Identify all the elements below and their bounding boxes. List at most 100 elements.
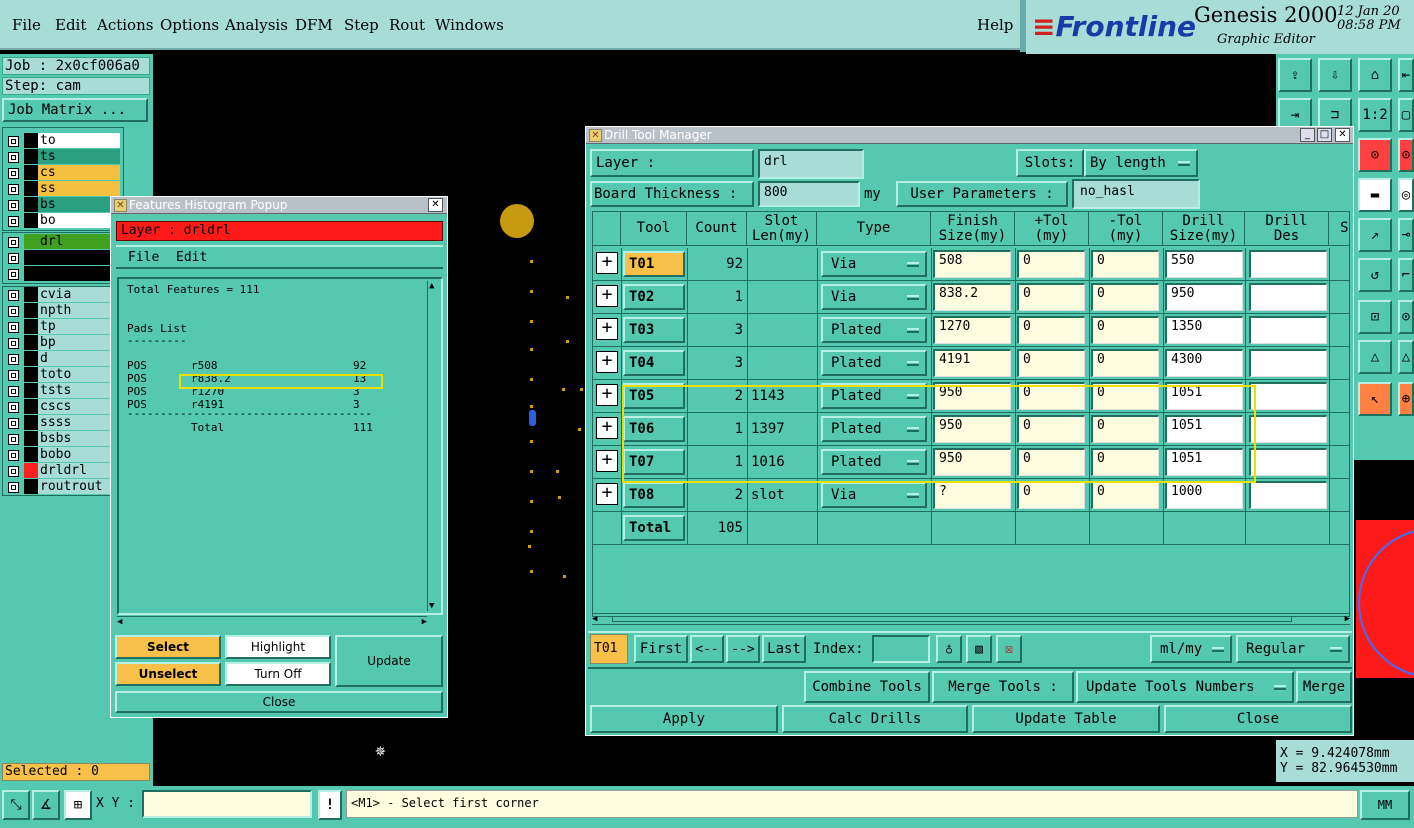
scroll-down-icon[interactable]: ▼ [429, 601, 434, 611]
tool-button[interactable]: T02 [623, 284, 685, 310]
snap-icon[interactable]: ⊡ [1358, 300, 1392, 334]
tool-button[interactable]: T03 [623, 317, 685, 343]
delete-icon[interactable]: ☒ [996, 635, 1022, 663]
slots-select[interactable]: By length [1084, 149, 1198, 177]
layer-name[interactable]: ts [38, 149, 120, 164]
pin-icon[interactable]: ⊸ [1398, 218, 1414, 252]
drill-des-input[interactable] [1249, 349, 1327, 377]
unselect-button[interactable]: Unselect [115, 662, 221, 686]
add-row-icon[interactable]: + [596, 318, 618, 340]
layer-checkbox[interactable] [8, 200, 19, 211]
drill-des-input[interactable] [1249, 382, 1327, 410]
scroll-left-icon[interactable]: ◀ [117, 617, 122, 627]
type-select[interactable]: Plated [821, 350, 927, 376]
layer-name[interactable]: rout [38, 266, 120, 281]
add-row-icon[interactable]: + [596, 252, 618, 274]
turn-off-button[interactable]: Turn Off [225, 662, 331, 686]
combine-tools-button[interactable]: Combine Tools [804, 671, 930, 703]
layer-checkbox[interactable] [8, 269, 19, 280]
finish-size-input[interactable]: 4191 [933, 349, 1011, 377]
layer-checkbox[interactable] [8, 253, 19, 264]
menu-edit[interactable]: Edit [55, 16, 86, 34]
layer-name[interactable]: toto [38, 367, 120, 382]
target-icon[interactable]: ◎ [1398, 178, 1414, 212]
finish-size-input[interactable]: ? [933, 481, 1011, 509]
index-field[interactable] [872, 635, 930, 663]
type-select[interactable]: Via [821, 482, 927, 508]
layer-row[interactable]: toto [4, 367, 122, 383]
layer-name[interactable]: bp [38, 335, 120, 350]
pointer-icon[interactable]: ↖ [1358, 382, 1392, 416]
layer-row[interactable]: rout [4, 266, 122, 282]
plus-tol-input[interactable]: 0 [1017, 283, 1085, 311]
download-icon[interactable]: ⇩ [1318, 58, 1352, 92]
layer-name[interactable]: ldi [38, 250, 120, 265]
mode-select[interactable]: Regular [1236, 635, 1350, 663]
layer-checkbox[interactable] [8, 306, 19, 317]
maximize-button[interactable]: □ [1317, 128, 1332, 142]
select-button[interactable]: Select [115, 635, 221, 659]
layer-name[interactable]: d [38, 351, 120, 366]
corner-icon[interactable]: ⌐ [1398, 258, 1414, 292]
layer-row[interactable]: drldrl [4, 463, 122, 479]
job-matrix-button[interactable]: Job Matrix ... [2, 98, 148, 122]
layer-checkbox[interactable] [8, 216, 19, 227]
layer-checkbox[interactable] [8, 338, 19, 349]
window-icon[interactable]: ▢ [1398, 98, 1414, 132]
layer-checkbox[interactable] [8, 290, 19, 301]
drill-size-input[interactable]: 4300 [1165, 349, 1243, 377]
layer-name[interactable]: drldrl [38, 463, 120, 478]
alert-icon[interactable]: ! [318, 790, 342, 820]
layout-icon[interactable]: ▧ [966, 635, 992, 663]
tool-button[interactable]: T08 [623, 482, 685, 508]
layer-row[interactable]: ss [4, 181, 122, 197]
layer-name[interactable]: cscs [38, 399, 120, 414]
layer-checkbox[interactable] [8, 418, 19, 429]
user-parameters-field[interactable]: no_hasl [1072, 179, 1200, 209]
minus-tol-input[interactable]: 0 [1091, 250, 1159, 278]
merge-button[interactable]: Merge [1296, 671, 1352, 703]
layer-row[interactable]: bo [4, 213, 122, 229]
finish-size-input[interactable]: 838.2 [933, 283, 1011, 311]
layer-name[interactable]: bsbs [38, 431, 120, 446]
layer-checkbox[interactable] [8, 450, 19, 461]
layer-row[interactable]: to [4, 133, 122, 149]
type-select[interactable]: Via [821, 284, 927, 310]
drill-size-input[interactable]: 1000 [1165, 481, 1243, 509]
update-button[interactable]: Update [335, 635, 443, 687]
drill-size-input[interactable]: 1350 [1165, 316, 1243, 344]
save-icon[interactable]: ⇪ [1278, 58, 1312, 92]
layer-name[interactable]: cvia [38, 287, 120, 302]
plus-tol-input[interactable]: 0 [1017, 481, 1085, 509]
minus-tol-input[interactable]: 0 [1091, 283, 1159, 311]
layer-checkbox[interactable] [8, 434, 19, 445]
layer-name[interactable]: cs [38, 165, 120, 180]
layer-name[interactable]: to [38, 133, 120, 148]
layer-checkbox[interactable] [8, 482, 19, 493]
layer-row[interactable]: cvia [4, 287, 122, 303]
drill-size-input[interactable]: 550 [1165, 250, 1243, 278]
scroll-right-icon[interactable]: ▶ [422, 617, 427, 627]
table-hscroll[interactable]: ◀ ▶ [592, 613, 1350, 625]
layer-checkbox[interactable] [8, 386, 19, 397]
route2-icon[interactable]: ⊙ [1398, 138, 1414, 172]
plus-tol-input[interactable]: 0 [1017, 250, 1085, 278]
layer-name[interactable]: npth [38, 303, 120, 318]
prev-button[interactable]: <-- [690, 635, 724, 663]
route-icon[interactable]: ⊙ [1358, 138, 1392, 172]
menu-analysis[interactable]: Analysis [225, 16, 288, 34]
layer-checkbox[interactable] [8, 237, 19, 248]
plus-tol-input[interactable]: 0 [1017, 349, 1085, 377]
board-thickness-field[interactable]: 800 [758, 181, 860, 207]
scroll-right-icon[interactable]: ▶ [1345, 614, 1350, 624]
close-window-button[interactable]: ✕ [1335, 128, 1350, 142]
measure-icon[interactable]: ∡ [32, 790, 60, 820]
layer-field[interactable]: drl [758, 149, 864, 179]
close-window-button[interactable]: ✕ [428, 198, 443, 212]
grid-icon[interactable]: ⊞ [64, 790, 92, 820]
add-row-icon[interactable]: + [596, 450, 618, 472]
layer-row[interactable]: bp [4, 335, 122, 351]
tool-button[interactable]: T04 [623, 350, 685, 376]
histogram-menu-edit[interactable]: Edit [176, 250, 207, 265]
layer-row[interactable]: routrout [4, 479, 122, 495]
